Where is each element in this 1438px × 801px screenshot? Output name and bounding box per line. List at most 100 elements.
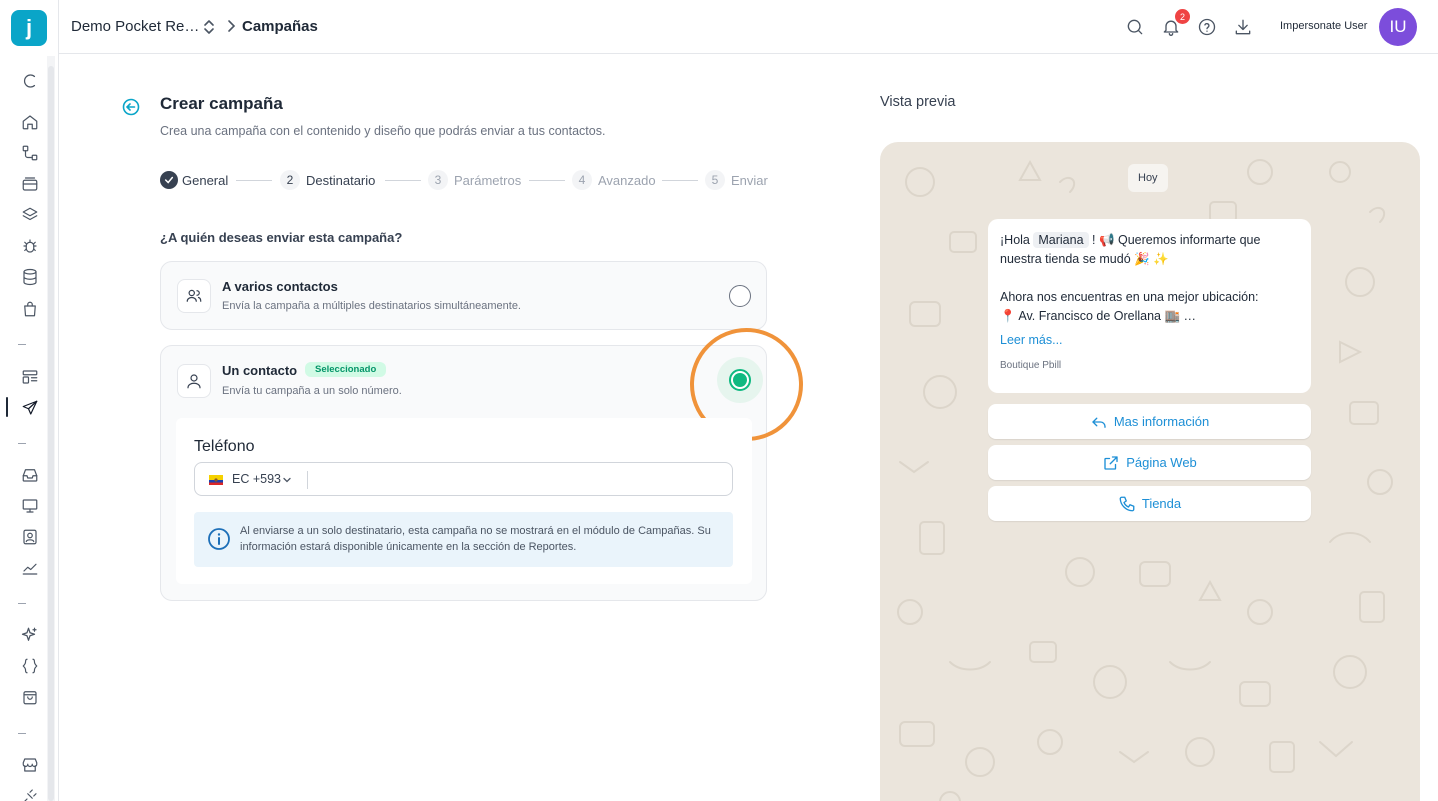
store-bag-icon[interactable] (19, 686, 41, 708)
workspace-switch-icon[interactable] (201, 17, 217, 37)
sidebar: j (0, 0, 59, 801)
analytics-icon[interactable] (19, 557, 41, 579)
option-title: Un contacto (222, 363, 298, 378)
cta-label: Página Web (1126, 455, 1197, 470)
sparkles-icon[interactable] (19, 624, 41, 646)
variable-chip: Mariana (1033, 232, 1089, 248)
download-icon[interactable] (1231, 15, 1255, 39)
info-alert: Al enviarse a un solo destinatario, esta… (194, 512, 733, 567)
step-connector (236, 180, 272, 181)
phone-icon (1119, 496, 1135, 511)
step-connector (385, 180, 421, 181)
database-icon[interactable] (19, 266, 41, 288)
option-description: Envía tu campaña a un solo número. (222, 385, 402, 397)
search-icon[interactable] (1123, 15, 1147, 39)
radio-multiple[interactable] (729, 285, 751, 307)
cta-pagina-web[interactable]: Página Web (988, 445, 1311, 480)
step-connector (529, 180, 565, 181)
sidebar-scrollbar-thumb[interactable] (48, 66, 54, 801)
phone-label: Teléfono (194, 438, 255, 455)
step-label: Destinatario (306, 172, 376, 188)
preview-title: Vista previa (880, 94, 956, 110)
message-text: ! 📢 Queremos informarte que (1092, 233, 1261, 247)
option-description: Envía la campaña a múltiples destinatari… (222, 300, 521, 312)
templates-icon[interactable] (19, 366, 41, 388)
sidebar-divider (18, 603, 26, 604)
flow-icon[interactable] (19, 142, 41, 164)
reply-icon (1092, 417, 1106, 428)
code-braces-icon[interactable] (19, 655, 41, 677)
read-more-link[interactable]: Leer más... (1000, 333, 1063, 347)
contact-card-icon[interactable] (19, 526, 41, 548)
check-icon (160, 171, 178, 189)
send-icon[interactable] (19, 397, 41, 419)
monitor-icon[interactable] (19, 495, 41, 517)
refresh-icon[interactable] (19, 70, 41, 92)
storefront-icon[interactable] (19, 754, 41, 776)
option-title: A varios contactos (222, 279, 338, 294)
archive-icon[interactable] (19, 173, 41, 195)
step-number: 5 (705, 170, 725, 190)
phone-panel: Teléfono EC +593 Al enviarse a un solo d… (176, 418, 752, 584)
message-text: ¡Hola (1000, 233, 1030, 247)
step-label: General (182, 172, 229, 188)
message-line-1: ¡Hola Mariana ! 📢 Queremos informarte qu… (1000, 232, 1260, 248)
cta-label: Tienda (1141, 496, 1182, 511)
bug-icon[interactable] (19, 235, 41, 257)
recipient-question: ¿A quién deseas enviar esta campaña? (160, 230, 403, 245)
cta-mas-informacion[interactable]: Mas información (988, 404, 1311, 439)
external-link-icon (1104, 455, 1118, 470)
inbox-icon[interactable] (19, 464, 41, 486)
user-icon (177, 364, 211, 398)
home-icon[interactable] (19, 111, 41, 133)
step-number: 3 (428, 170, 448, 190)
date-chip: Hoy (1128, 164, 1168, 192)
message-footer: Boutique Pbill (1000, 360, 1062, 371)
sidebar-divider (18, 344, 26, 345)
ecuador-flag-icon (209, 475, 223, 485)
page-subtitle: Crea una campaña con el contenido y dise… (160, 124, 606, 138)
step-avanzado[interactable]: 4 Avanzado (572, 170, 656, 190)
workspace-name[interactable]: Demo Pocket Re… (71, 18, 199, 35)
cta-tienda[interactable]: Tienda (988, 486, 1311, 521)
message-line-4: 📍 Av. Francisco de Orellana 🏬 … (1000, 309, 1197, 323)
plug-icon[interactable] (19, 785, 41, 801)
breadcrumb-chevron-icon (228, 20, 236, 32)
step-label: Enviar (731, 172, 768, 188)
sidebar-divider (18, 443, 26, 444)
back-arrow-icon[interactable] (122, 98, 140, 116)
user-name[interactable]: Impersonate User (1280, 20, 1367, 32)
step-connector (662, 180, 698, 181)
info-icon (208, 528, 230, 550)
app-logo[interactable]: j (11, 10, 47, 46)
info-text: Al enviarse a un solo destinatario, esta… (240, 525, 711, 553)
step-enviar[interactable]: 5 Enviar (705, 170, 768, 190)
message-line-3: Ahora nos encuentras en una mejor ubicac… (1000, 290, 1259, 304)
step-general[interactable]: General (160, 170, 228, 190)
step-number: 2 (280, 170, 300, 190)
step-destinatario[interactable]: 2 Destinatario (280, 170, 375, 190)
country-code-select[interactable]: EC +593 (232, 472, 281, 486)
page-title: Crear campaña (160, 94, 283, 113)
avatar[interactable]: IU (1379, 8, 1417, 46)
notification-badge: 2 (1175, 9, 1190, 24)
help-icon[interactable] (1195, 15, 1219, 39)
option-multiple-contacts[interactable]: A varios contactos Envía la campaña a mú… (160, 261, 767, 330)
message-bubble: ¡Hola Mariana ! 📢 Queremos informarte qu… (988, 219, 1311, 393)
message-line-2: nuestra tienda se mudó 🎉 ✨ (1000, 252, 1169, 266)
selected-badge: Seleccionado (305, 362, 387, 377)
breadcrumb-current: Campañas (242, 18, 318, 35)
chevron-down-icon[interactable] (282, 475, 292, 485)
layers-icon[interactable] (19, 204, 41, 226)
whatsapp-preview: Hoy ¡Hola Mariana ! 📢 Queremos informart… (880, 142, 1420, 801)
step-label: Parámetros (454, 172, 522, 188)
sidebar-divider (18, 733, 26, 734)
users-icon (177, 279, 211, 313)
step-parametros[interactable]: 3 Parámetros (428, 170, 521, 190)
shopping-bag-icon[interactable] (19, 298, 41, 320)
phone-field[interactable]: EC +593 (194, 462, 733, 496)
cta-label: Mas información (1113, 414, 1210, 429)
active-indicator (6, 397, 8, 417)
step-label: Avanzado (598, 172, 656, 188)
top-header: Demo Pocket Re… Campañas 2 Impersonate U… (59, 0, 1438, 54)
